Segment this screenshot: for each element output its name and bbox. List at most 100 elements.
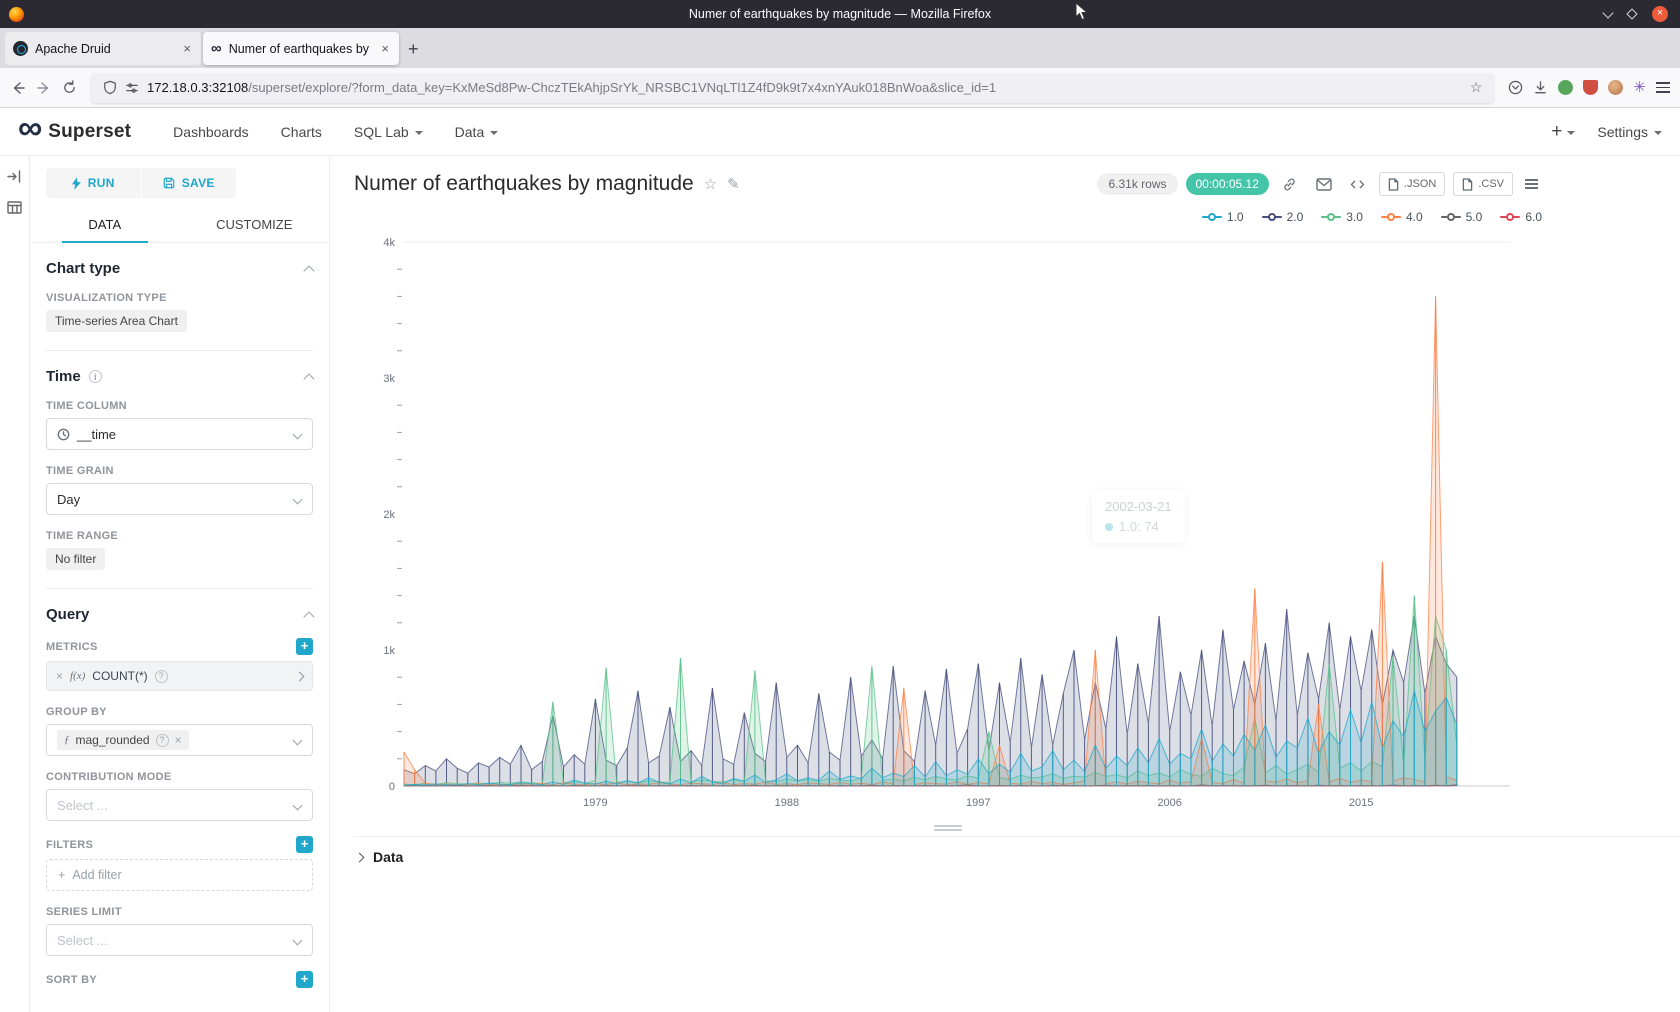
svg-text:1979: 1979	[583, 797, 607, 809]
browser-tab-superset[interactable]: ∞ Numer of earthquakes by ×	[203, 32, 399, 65]
email-icon[interactable]	[1311, 172, 1337, 196]
url-text[interactable]: 172.18.0.3:32108/superset/explore/?form_…	[147, 80, 996, 95]
export-json-button[interactable]: .JSON	[1379, 172, 1445, 196]
firefox-logo-icon	[9, 7, 24, 22]
datasource-grid-icon[interactable]	[7, 201, 22, 214]
group-by-label: GROUP BY	[46, 706, 107, 718]
section-header-query[interactable]: Query	[46, 606, 313, 623]
mouse-cursor	[1075, 2, 1089, 22]
menu-hamburger-icon[interactable]	[1656, 82, 1670, 93]
lightning-icon	[72, 177, 81, 190]
time-column-select[interactable]: __time	[46, 418, 313, 450]
legend-item-5.0[interactable]: 5.0	[1441, 210, 1483, 224]
remove-metric-icon[interactable]: ×	[56, 669, 63, 683]
svg-text:1997: 1997	[966, 797, 990, 809]
legend-item-4.0[interactable]: 4.0	[1381, 210, 1423, 224]
chart-header: Numer of earthquakes by magnitude ☆ ✎ 6.…	[354, 172, 1542, 196]
svg-text:2015: 2015	[1349, 797, 1373, 809]
extension-ublock-icon[interactable]	[1583, 80, 1598, 95]
time-grain-select[interactable]: Day	[46, 483, 313, 515]
tab-customize[interactable]: CUSTOMIZE	[180, 208, 330, 242]
extension-star-icon[interactable]: ✳	[1633, 80, 1646, 95]
embed-code-icon[interactable]	[1345, 172, 1371, 196]
chart-container[interactable]: 01k2k3k4k19791988199720062015 2002-03-21…	[354, 228, 1542, 820]
favorite-star-icon[interactable]: ☆	[704, 175, 717, 193]
svg-text:1988: 1988	[775, 797, 799, 809]
time-range-value[interactable]: No filter	[46, 548, 105, 570]
chevron-up-icon	[303, 611, 314, 622]
nav-item-sql-lab[interactable]: SQL Lab	[340, 124, 437, 140]
legend-label: 2.0	[1287, 210, 1304, 224]
superset-brand[interactable]: ∞ Superset	[18, 121, 131, 143]
url-bar[interactable]: 172.18.0.3:32108/superset/explore/?form_…	[91, 73, 1494, 103]
nav-item-data[interactable]: Data	[441, 124, 513, 140]
add-sort-by-button[interactable]: +	[296, 971, 313, 988]
forward-icon[interactable]	[36, 80, 52, 96]
browser-tab-druid[interactable]: Apache Druid ×	[5, 32, 201, 65]
bookmark-star-icon[interactable]: ☆	[1470, 79, 1483, 96]
window-maximize-icon[interactable]	[1626, 8, 1637, 19]
group-by-select[interactable]: ƒ mag_rounded ? ×	[46, 724, 313, 756]
chart-area: Numer of earthquakes by magnitude ☆ ✎ 6.…	[330, 156, 1680, 1012]
group-by-pill[interactable]: ƒ mag_rounded ? ×	[57, 730, 189, 750]
tab-close-icon[interactable]: ×	[181, 41, 193, 56]
nav-item-charts[interactable]: Charts	[267, 124, 336, 140]
series-limit-select[interactable]: Select ...	[46, 924, 313, 956]
rows-badge: 6.31k rows	[1097, 173, 1177, 195]
shield-icon[interactable]	[103, 80, 117, 95]
data-panel-toggle[interactable]: Data	[354, 849, 1680, 865]
edit-title-icon[interactable]: ✎	[727, 175, 740, 193]
section-time: Time i TIME COLUMN __time TIME GRAIN Day…	[46, 351, 313, 589]
pocket-icon[interactable]	[1508, 80, 1523, 95]
settings-menu[interactable]: Settings	[1597, 124, 1662, 140]
legend-item-3.0[interactable]: 3.0	[1321, 210, 1363, 224]
section-header-time[interactable]: Time i	[46, 368, 313, 385]
chart-menu-icon[interactable]	[1521, 175, 1542, 193]
new-tab-button[interactable]: +	[408, 39, 419, 60]
reload-icon[interactable]	[62, 80, 77, 95]
data-panel: Data	[354, 836, 1680, 877]
panel-resize-handle[interactable]	[354, 820, 1542, 836]
contribution-mode-label: CONTRIBUTION MODE	[46, 771, 171, 783]
extension-leaf-icon[interactable]	[1558, 80, 1573, 95]
browser-tab-bar: Apache Druid × ∞ Numer of earthquakes by…	[0, 28, 1680, 68]
legend-item-2.0[interactable]: 2.0	[1262, 210, 1304, 224]
window-close-icon[interactable]: ×	[1652, 6, 1668, 22]
save-icon	[163, 177, 175, 189]
viz-type-value[interactable]: Time-series Area Chart	[46, 310, 187, 332]
link-icon[interactable]	[1277, 172, 1303, 196]
back-icon[interactable]	[10, 80, 26, 96]
export-csv-button[interactable]: .CSV	[1453, 172, 1513, 196]
svg-text:3k: 3k	[383, 373, 395, 385]
metric-name: COUNT(*)	[92, 669, 147, 683]
timer-badge: 00:00:05.12	[1186, 173, 1269, 195]
chevron-right-icon	[355, 852, 365, 862]
clock-icon	[57, 428, 70, 441]
remove-column-icon[interactable]: ×	[175, 733, 182, 747]
collapse-panel-icon[interactable]	[7, 170, 22, 183]
window-minimize-icon[interactable]	[1602, 7, 1613, 18]
run-button[interactable]: RUN	[46, 168, 141, 198]
new-item-button[interactable]: +	[1551, 121, 1575, 143]
timeseries-chart[interactable]: 01k2k3k4k19791988199720062015	[354, 228, 1540, 820]
time-range-label: TIME RANGE	[46, 530, 118, 542]
legend-item-6.0[interactable]: 6.0	[1500, 210, 1542, 224]
chevron-down-icon	[293, 430, 303, 440]
downloads-icon[interactable]	[1533, 80, 1548, 95]
tab-data[interactable]: DATA	[30, 208, 180, 242]
legend-item-1.0[interactable]: 1.0	[1202, 210, 1244, 224]
chevron-down-icon	[1654, 131, 1662, 135]
nav-item-dashboards[interactable]: Dashboards	[159, 124, 263, 140]
add-filter-dropzone[interactable]: + Add filter	[46, 859, 313, 891]
tab-close-icon[interactable]: ×	[379, 41, 391, 56]
metric-pill[interactable]: × f(x) COUNT(*) ?	[46, 661, 313, 691]
add-metric-button[interactable]: +	[296, 638, 313, 655]
chevron-right-icon[interactable]	[295, 671, 305, 681]
add-filter-plus-button[interactable]: +	[296, 836, 313, 853]
section-header-chart-type[interactable]: Chart type	[46, 260, 313, 277]
save-button[interactable]: SAVE	[142, 168, 237, 198]
legend-label: 3.0	[1346, 210, 1363, 224]
contribution-mode-select[interactable]: Select ...	[46, 789, 313, 821]
extension-profile-icon[interactable]	[1608, 80, 1623, 95]
site-permissions-icon[interactable]	[125, 81, 139, 95]
